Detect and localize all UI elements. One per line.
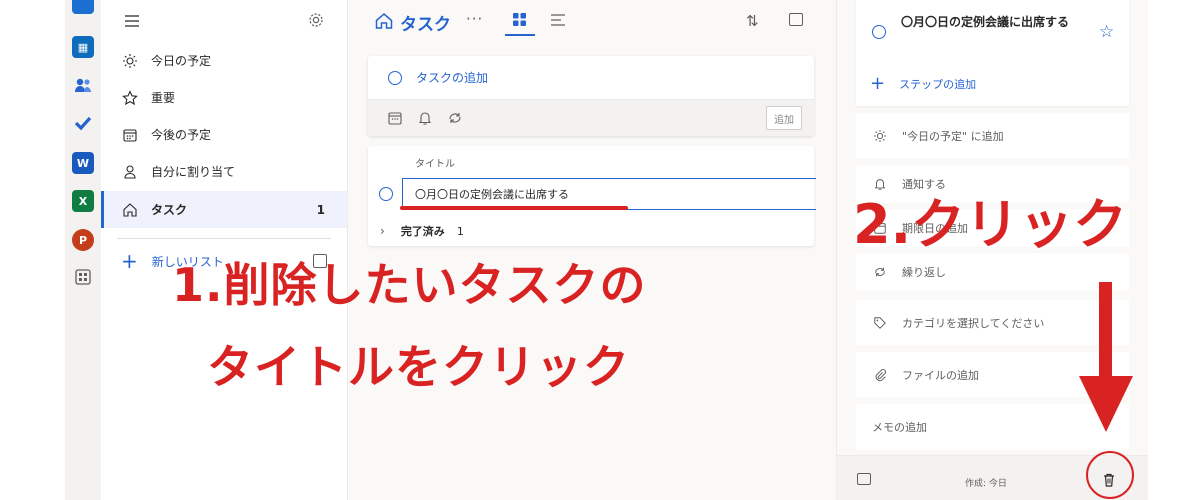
right-margin <box>1148 0 1200 500</box>
add-to-my-day-button[interactable]: "今日の予定" に追加 <box>856 113 1129 158</box>
nav-item-assigned-to-me[interactable]: 自分に割り当て <box>101 153 347 190</box>
hamburger-menu-icon[interactable] <box>123 12 141 30</box>
sort-icon[interactable]: ⇅ <box>746 12 759 30</box>
task-table: タイトル 〇月〇日の定例会議に出席する › 完了済み 1 <box>368 146 816 246</box>
repeat-label: 繰り返し <box>902 266 946 279</box>
people-app-icon[interactable] <box>72 74 94 96</box>
home-icon <box>374 11 394 35</box>
add-task-card: タスクの追加 追加 <box>368 56 814 136</box>
sun-icon <box>872 129 888 143</box>
app-rail: ▦ W X P <box>65 0 101 500</box>
plus-icon: + <box>121 249 138 273</box>
list-title[interactable]: タスク <box>400 10 451 35</box>
nav-item-label: 今後の予定 <box>151 128 212 142</box>
title-column-header[interactable]: タイトル <box>415 155 455 170</box>
pick-category-button[interactable]: カテゴリを選択してください <box>856 300 1129 345</box>
reminder-bell-icon <box>872 177 888 191</box>
add-task-placeholder: タスクの追加 <box>416 71 489 85</box>
repeat-button[interactable]: 繰り返し <box>856 253 1129 291</box>
chevron-right-icon: › <box>380 224 385 238</box>
navigation-pane: 今日の予定 重要 今後の予定 自分に割り当て タスク 1 + 新しいリスト <box>101 0 348 500</box>
toggle-detail-pane-icon[interactable] <box>789 13 803 26</box>
nav-item-my-day[interactable]: 今日の予定 <box>101 42 347 79</box>
grid-view-icon <box>513 13 526 26</box>
calendar-icon <box>121 126 139 144</box>
left-margin <box>0 0 65 500</box>
add-step-label: ステップの追加 <box>899 77 977 91</box>
nav-item-label: 重要 <box>151 91 176 105</box>
task-circle-icon <box>388 70 402 85</box>
settings-gear-icon[interactable] <box>307 11 325 29</box>
detail-task-title[interactable]: 〇月〇日の定例会議に出席する <box>901 14 1086 31</box>
complete-task-checkbox[interactable] <box>379 187 393 201</box>
created-date-text: 作成: 今日 <box>965 479 1007 489</box>
repeat-icon[interactable] <box>447 110 463 126</box>
remind-me-label: 通知する <box>902 178 946 191</box>
paperclip-icon <box>872 368 888 382</box>
add-step-button[interactable]: + ステップの追加 <box>870 73 976 94</box>
nav-item-label: 今日の予定 <box>151 54 212 68</box>
add-task-input[interactable]: タスクの追加 <box>368 56 814 99</box>
task-list-pane: タスク ··· ⇅ タスクの追加 追加 タイトル 〇月〇日の定例会議に出席する … <box>348 0 836 500</box>
sun-icon <box>121 52 139 70</box>
completed-section-toggle[interactable]: › 完了済み 1 <box>368 220 464 242</box>
repeat-icon <box>872 265 888 279</box>
todo-app-icon[interactable] <box>72 112 94 134</box>
star-icon <box>121 89 139 107</box>
annotation-arrow-head <box>1079 376 1133 432</box>
pick-category-label: カテゴリを選択してください <box>902 316 1045 330</box>
word-app-icon[interactable]: W <box>72 152 94 174</box>
calendar-app-icon[interactable]: ▦ <box>72 36 94 58</box>
nav-item-tasks[interactable]: タスク 1 <box>101 191 347 228</box>
annotation-step1-line2: タイトルをクリック <box>207 340 630 394</box>
grid-view-tab[interactable] <box>505 8 535 36</box>
home-icon <box>121 201 139 219</box>
nav-item-label: 自分に割り当て <box>151 165 236 179</box>
nav-item-label: タスク <box>151 203 188 217</box>
all-apps-icon[interactable] <box>72 266 94 288</box>
nav-item-important[interactable]: 重要 <box>101 79 347 116</box>
outlook-mail-icon[interactable] <box>72 0 94 14</box>
reminder-bell-icon[interactable] <box>417 110 433 126</box>
hide-detail-pane-icon[interactable] <box>857 473 871 485</box>
active-tab-underline <box>505 34 535 36</box>
task-count-badge: 1 <box>316 202 325 217</box>
add-task-button[interactable]: 追加 <box>766 106 802 130</box>
completed-label: 完了済み <box>400 225 445 238</box>
detail-title-card: 〇月〇日の定例会議に出席する ☆ + ステップの追加 <box>856 0 1129 106</box>
nav-item-planned[interactable]: 今後の予定 <box>101 116 347 153</box>
list-view-icon[interactable] <box>550 12 566 31</box>
annotation-arrow-shaft <box>1099 282 1112 380</box>
add-task-toolbar: 追加 <box>368 99 814 136</box>
add-note-placeholder: メモの追加 <box>872 421 927 434</box>
due-date-icon[interactable] <box>387 110 403 126</box>
annotation-step2: 2.クリック <box>853 193 1128 256</box>
completed-count: 1 <box>456 224 464 238</box>
add-file-label: ファイルの追加 <box>902 368 979 382</box>
excel-app-icon[interactable]: X <box>72 190 94 212</box>
powerpoint-app-icon[interactable]: P <box>72 229 94 251</box>
list-options-button[interactable]: ··· <box>466 10 483 28</box>
nav-divider <box>117 238 331 239</box>
tag-icon <box>872 316 888 330</box>
app-window: ▦ W X P 今日の予定 重要 今後の予定 自分に割り当て タスク 1 + 新… <box>0 0 1200 500</box>
annotation-circle <box>1086 451 1134 499</box>
annotation-underline <box>400 206 628 210</box>
plus-icon: + <box>870 73 886 94</box>
importance-star-icon[interactable]: ☆ <box>1099 22 1114 42</box>
complete-task-checkbox[interactable] <box>872 25 886 39</box>
list-header: タスク ··· ⇅ <box>348 0 836 44</box>
add-to-my-day-label: "今日の予定" に追加 <box>902 129 1004 143</box>
annotation-step1-line1: 1.削除したいタスクの <box>172 258 647 312</box>
person-icon <box>121 163 139 181</box>
